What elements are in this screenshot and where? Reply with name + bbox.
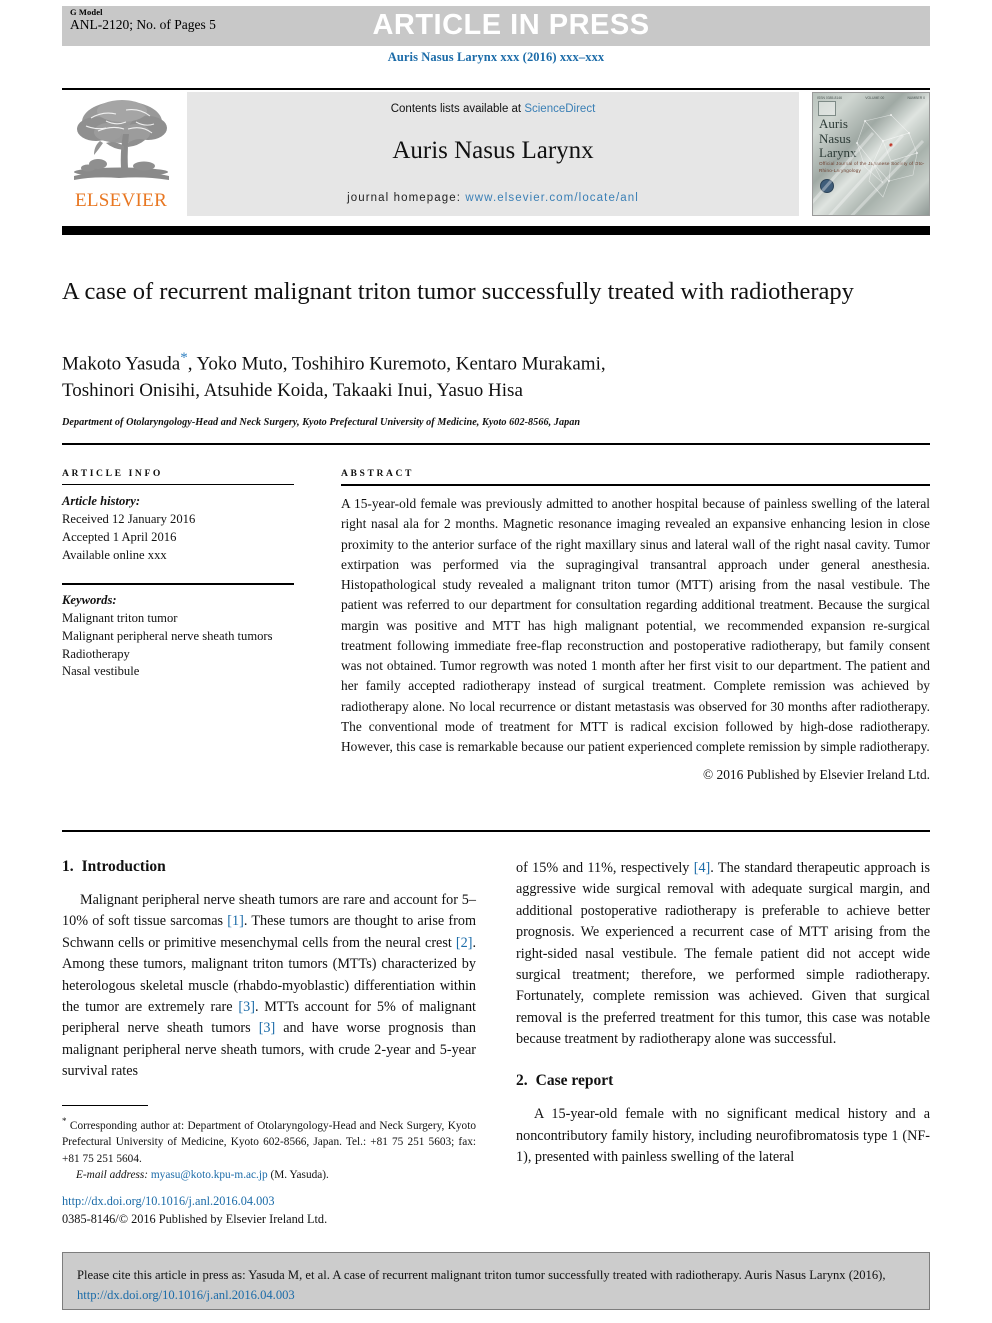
author-corresponding: Makoto Yasuda: [62, 353, 181, 375]
abstract-column: ABSTRACT A 15-year-old female was previo…: [341, 468, 930, 783]
keywords-block: Keywords: Malignant triton tumor Maligna…: [62, 592, 294, 681]
elsevier-wordmark: ELSEVIER: [74, 190, 168, 211]
citation-text: Please cite this article in press as: Ya…: [77, 1265, 915, 1306]
keyword-item: Malignant triton tumor: [62, 610, 178, 625]
citation-ref[interactable]: [3]: [259, 1020, 276, 1036]
article-history-label: Article history:: [62, 494, 141, 509]
corresponding-author-marker: *: [180, 350, 188, 366]
article-accepted: Accepted 1 April 2016: [62, 529, 177, 544]
journal-cover-thumbnail: ISSN 0385-8146 VOLUME 00 NUMBER 0 Auris …: [812, 92, 930, 216]
cover-graphic: [813, 114, 925, 215]
keyword-item: Radiotherapy: [62, 646, 130, 661]
body-column-right: of 15% and 11%, respectively [4]. The st…: [516, 858, 930, 1169]
section-title: Introduction: [81, 858, 166, 875]
issn-copyright-line: 0385-8146/© 2016 Published by Elsevier I…: [62, 1212, 328, 1227]
article-available-online: Available online xxx: [62, 547, 167, 562]
doi-link[interactable]: http://dx.doi.org/10.1016/j.anl.2016.04.…: [62, 1192, 502, 1210]
corresponding-author-note: Corresponding author at: Department of O…: [62, 1119, 476, 1165]
article-history-block: Article history: Received 12 January 201…: [62, 493, 294, 565]
article-in-press-bar: G Model ANL-2120; No. of Pages 5 ARTICLE…: [62, 6, 930, 46]
rule-under-affiliation: [62, 443, 930, 445]
introduction-paragraph: Malignant peripheral nerve sheath tumors…: [62, 890, 476, 1082]
article-page: G Model ANL-2120; No. of Pages 5 ARTICLE…: [0, 0, 992, 1323]
keyword-item: Nasal vestibule: [62, 664, 140, 679]
intro-cont-2: . The standard therapeutic approach is a…: [516, 860, 930, 1047]
article-in-press-text: ARTICLE IN PRESS: [372, 9, 650, 41]
journal-banner: ELSEVIER Contents lists available at Sci…: [62, 92, 930, 216]
case-report-paragraph: A 15-year-old female with no significant…: [516, 1106, 930, 1166]
journal-reference-line: Auris Nasus Larynx xxx (2016) xxx–xxx: [387, 50, 605, 64]
sciencedirect-link[interactable]: ScienceDirect: [524, 103, 595, 115]
contents-available-line: Contents lists available at ScienceDirec…: [187, 103, 799, 115]
elsevier-logo: ELSEVIER: [62, 92, 180, 216]
keywords-label: Keywords:: [62, 592, 117, 607]
citation-ref[interactable]: [1]: [227, 913, 244, 929]
contents-prefix: Contents lists available at: [390, 103, 525, 115]
journal-homepage-line: journal homepage: www.elsevier.com/locat…: [187, 192, 799, 204]
email-label: E-mail address:: [76, 1169, 149, 1182]
keywords-rule: [62, 582, 294, 585]
citation-box: Please cite this article in press as: Ya…: [62, 1252, 930, 1310]
section-number: 1.: [62, 858, 74, 875]
page-title: A case of recurrent malignant triton tum…: [62, 278, 854, 305]
section-number: 2.: [516, 1072, 528, 1090]
doi-block: http://dx.doi.org/10.1016/j.anl.2016.04.…: [62, 1192, 502, 1229]
footnote-divider: [62, 1105, 148, 1107]
article-info-column: ARTICLE INFO Article history: Received 1…: [62, 468, 294, 681]
footnote-block: * Corresponding author at: Department of…: [62, 1115, 476, 1184]
abstract-rule: [341, 484, 930, 487]
section-heading-case-report: 2. Case report: [516, 1072, 930, 1090]
citation-doi-link[interactable]: http://dx.doi.org/10.1016/j.anl.2016.04.…: [77, 1288, 295, 1302]
abstract-copyright: © 2016 Published by Elsevier Ireland Ltd…: [703, 767, 930, 783]
elsevier-tree-icon: [66, 96, 176, 188]
introduction-paragraph-continued: of 15% and 11%, respectively [4]. The st…: [516, 858, 930, 1050]
keyword-item: Malignant peripheral nerve sheath tumors: [62, 628, 273, 643]
citation-prefix: Please cite this article in press as: Ya…: [77, 1268, 886, 1282]
journal-title: Auris Nasus Larynx: [392, 137, 594, 164]
email-line: E-mail address: myasu@koto.kpu-m.ac.jp (…: [62, 1167, 476, 1183]
citation-ref[interactable]: [4]: [694, 860, 711, 876]
banner-center-panel: Contents lists available at ScienceDirec…: [187, 92, 799, 216]
banner-rule-top: [62, 88, 930, 90]
section-title: Case report: [535, 1072, 614, 1090]
authors-list: Makoto Yasuda*, Yoko Muto, Toshihiro Kur…: [62, 348, 892, 405]
authors-rest-line1: , Yoko Muto, Toshihiro Kuremoto, Kentaro…: [187, 353, 606, 375]
abstract-body: A 15-year-old female was previously admi…: [341, 496, 930, 754]
article-info-heading: ARTICLE INFO: [62, 468, 163, 479]
article-received: Received 12 January 2016: [62, 512, 196, 527]
section-heading-introduction: 1. Introduction: [62, 858, 476, 876]
abstract-heading: ABSTRACT: [341, 468, 415, 479]
email-owner: (M. Yasuda).: [270, 1169, 329, 1182]
rule-below-abstract: [62, 830, 930, 832]
citation-ref[interactable]: [3]: [238, 999, 255, 1015]
affiliation: Department of Otolaryngology-Head and Ne…: [62, 417, 581, 428]
homepage-url-link[interactable]: www.elsevier.com/locate/anl: [465, 192, 639, 204]
email-link[interactable]: myasu@koto.kpu-m.ac.jp: [151, 1169, 268, 1181]
article-info-rule: [62, 484, 294, 486]
authors-line2: Toshinori Onisihi, Atsuhide Koida, Takaa…: [62, 380, 523, 402]
body-column-left: 1. Introduction Malignant peripheral nerv…: [62, 858, 476, 1082]
homepage-label: journal homepage:: [347, 192, 466, 204]
banner-rule-bottom: [62, 226, 930, 235]
intro-cont-1: of 15% and 11%, respectively: [516, 860, 694, 876]
citation-ref[interactable]: [2]: [456, 935, 473, 951]
